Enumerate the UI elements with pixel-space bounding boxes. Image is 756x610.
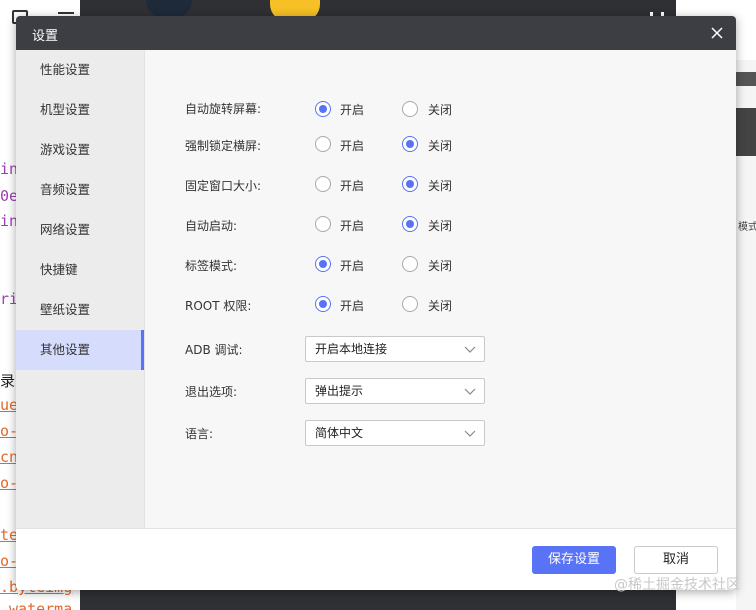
sidebar-item-device-model[interactable]: 机型设置 xyxy=(16,90,144,130)
radio-off-label: 关闭 xyxy=(428,103,453,117)
settings-sidebar: 性能设置 机型设置 游戏设置 音频设置 网络设置 快捷键 壁纸设置 其他设置 xyxy=(16,50,144,528)
auto-start-off-radio[interactable] xyxy=(402,216,418,232)
chevron-down-icon xyxy=(464,430,476,437)
background-bottombar xyxy=(80,590,676,610)
fixed-window-off-radio[interactable] xyxy=(402,176,418,192)
background-bar xyxy=(736,72,756,86)
adb-debug-select[interactable]: 开启本地连接 xyxy=(305,336,485,362)
sidebar-item-shortcuts[interactable]: 快捷键 xyxy=(16,250,144,290)
background-bar xyxy=(736,108,756,156)
fixed-window-size-label: 固定窗口大小: xyxy=(185,179,262,193)
root-permission-label: ROOT 权限: xyxy=(185,299,252,313)
radio-on-label: 开启 xyxy=(340,259,365,273)
dialog-header: 设置 xyxy=(16,16,736,50)
auto-start-on-radio[interactable] xyxy=(315,216,331,232)
exit-option-label: 退出选项: xyxy=(185,385,238,399)
sidebar-item-network[interactable]: 网络设置 xyxy=(16,210,144,250)
sidebar-item-wallpaper[interactable]: 壁纸设置 xyxy=(16,290,144,330)
adb-debug-label: ADB 调试: xyxy=(185,343,243,357)
sidebar-item-other[interactable]: 其他设置 xyxy=(16,330,144,370)
root-off-radio[interactable] xyxy=(402,296,418,312)
radio-off-label: 关闭 xyxy=(428,219,453,233)
save-settings-button[interactable]: 保存设置 xyxy=(532,546,616,574)
root-on-radio[interactable] xyxy=(315,296,331,312)
radio-on-label: 开启 xyxy=(340,299,365,313)
settings-content: 自动旋转屏幕: 开启 关闭 强制锁定横屏: 开启 关闭 固定窗口大小: 开启 关… xyxy=(144,50,736,528)
language-value: 简体中文 xyxy=(315,426,364,440)
language-select[interactable]: 简体中文 xyxy=(305,420,485,446)
code-line: .waterma xyxy=(0,600,73,610)
auto-rotate-off-radio[interactable] xyxy=(402,101,418,117)
language-label: 语言: xyxy=(185,427,214,441)
sidebar-item-game[interactable]: 游戏设置 xyxy=(16,130,144,170)
radio-off-label: 关闭 xyxy=(428,299,453,313)
chevron-down-icon xyxy=(464,346,476,353)
exit-option-value: 弹出提示 xyxy=(315,384,364,398)
close-button[interactable] xyxy=(706,22,728,44)
tab-mode-label: 标签模式: xyxy=(185,259,238,273)
radio-off-label: 关闭 xyxy=(428,139,453,153)
radio-on-label: 开启 xyxy=(340,139,365,153)
dialog-title: 设置 xyxy=(32,29,59,44)
tab-mode-on-radio[interactable] xyxy=(315,256,331,272)
watermark: @稀土掘金技术社区 xyxy=(614,577,740,593)
auto-rotate-label: 自动旋转屏幕: xyxy=(185,102,262,116)
fixed-window-on-radio[interactable] xyxy=(315,176,331,192)
chevron-down-icon xyxy=(464,388,476,395)
background-label: 模式: xyxy=(738,222,756,233)
tab-mode-off-radio[interactable] xyxy=(402,256,418,272)
radio-off-label: 关闭 xyxy=(428,179,453,193)
auto-start-label: 自动启动: xyxy=(185,219,238,233)
force-landscape-off-radio[interactable] xyxy=(402,136,418,152)
radio-on-label: 开启 xyxy=(340,219,365,233)
close-icon xyxy=(711,27,723,39)
adb-debug-value: 开启本地连接 xyxy=(315,342,388,356)
radio-on-label: 开启 xyxy=(340,179,365,193)
force-landscape-on-radio[interactable] xyxy=(315,136,331,152)
menu-icon xyxy=(58,12,74,14)
settings-dialog: 设置 性能设置 机型设置 游戏设置 音频设置 网络设置 快捷键 壁纸设置 其他设… xyxy=(16,16,736,590)
radio-on-label: 开启 xyxy=(340,103,365,117)
sidebar-item-performance[interactable]: 性能设置 xyxy=(16,50,144,90)
force-landscape-label: 强制锁定横屏: xyxy=(185,139,262,153)
cancel-button[interactable]: 取消 xyxy=(634,546,718,574)
exit-option-select[interactable]: 弹出提示 xyxy=(305,378,485,404)
sidebar-item-audio[interactable]: 音频设置 xyxy=(16,170,144,210)
radio-off-label: 关闭 xyxy=(428,259,453,273)
auto-rotate-on-radio[interactable] xyxy=(315,101,331,117)
code-line: 录 xyxy=(0,372,16,390)
